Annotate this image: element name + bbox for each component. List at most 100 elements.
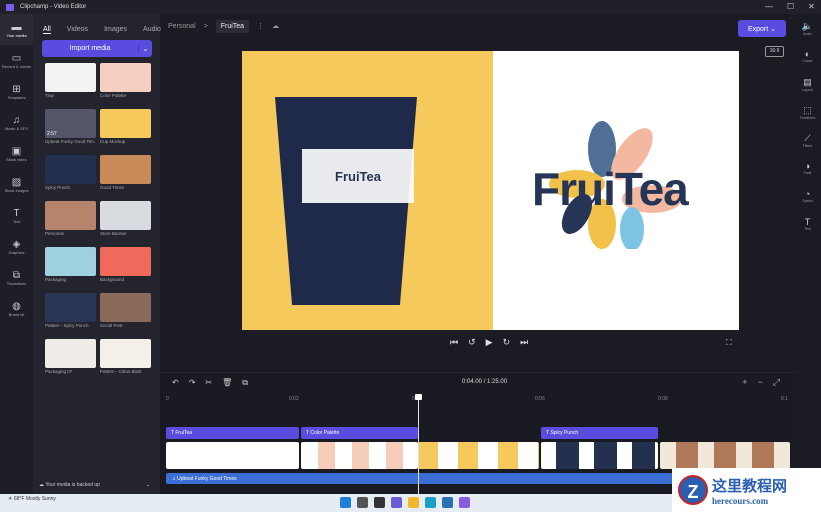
media-item[interactable]: Good Times [100,155,151,190]
store-icon[interactable] [442,497,453,508]
media-item[interactable]: Pattern - Spicy Punch [45,293,96,328]
playhead[interactable] [415,394,422,495]
backup-status[interactable]: ☁ Your media is backed up ⌄ [39,482,150,488]
media-name: Cup Mockup [100,139,126,144]
backup-text: Your media is backed up [45,482,100,488]
zoom-out-icon[interactable]: − [758,377,763,388]
project-title[interactable]: FruiTea [215,19,250,33]
start-icon[interactable] [340,497,351,508]
property-tab[interactable]: T Text [794,210,821,238]
text-clip[interactable]: T FruiTea [166,427,299,439]
more-icon[interactable]: ⋮ [257,22,264,30]
snap-icon[interactable]: ⧉ [242,378,248,388]
nav-item[interactable]: ▬ Your media [0,14,33,45]
media-name: Color Palette [100,93,127,98]
media-item[interactable]: Pattern - Citrus Blast [100,339,151,374]
nav-item[interactable]: ⧉ Transitions [0,262,33,293]
clipchamp-taskbar-icon[interactable] [459,497,470,508]
nav-icon: ⊞ [12,83,21,95]
media-item[interactable]: 2:57 Upbeat Funky Good Tim... [45,109,96,144]
nav-label: Record & create [2,63,31,69]
video-clip-spicy-punch[interactable] [541,442,658,469]
media-item[interactable]: Cup Mockup [100,109,151,144]
search-icon[interactable] [357,497,368,508]
close-button[interactable]: ✕ [808,2,815,11]
media-tab[interactable]: Images [104,26,127,34]
edge-icon[interactable] [425,497,436,508]
nav-icon: ▣ [11,145,22,157]
video-clip-color-palette[interactable] [301,442,418,469]
forward-button[interactable]: ↻ [503,337,511,348]
media-item[interactable]: Tray [45,63,96,98]
property-tab[interactable]: 🔈 Audio [794,14,821,42]
breadcrumb-personal[interactable]: Personal [168,23,196,30]
nav-item[interactable]: ▭ Record & create [0,45,33,76]
property-tab[interactable]: ◑ Fade [794,154,821,182]
undo-icon[interactable]: ↶ [172,378,179,388]
media-item[interactable]: Packaging [45,247,96,282]
media-item[interactable]: Packaging 07 [45,339,96,374]
nav-item[interactable]: ⊞ Templates [0,76,33,107]
rewind-button[interactable]: ↺ [468,337,476,348]
skip-forward-button[interactable]: ⏭ [520,337,528,348]
media-item[interactable]: Color Palette [100,63,151,98]
property-tab[interactable]: ▤ Layout [794,70,821,98]
title-bar: Clipchamp - Video Editor — ☐ ✕ [0,0,821,14]
media-item[interactable]: Personas [45,201,96,236]
property-tab[interactable]: ⬚ Transform [794,98,821,126]
cup-label: FruiTea [302,149,414,203]
fit-icon[interactable]: ⤢ [773,377,780,388]
aspect-ratio-button[interactable]: 16:9 [765,46,784,57]
property-tab[interactable]: ◐ Colour [794,42,821,70]
media-thumbnail [100,247,151,276]
cloud-icon: ☁ Your media is backed up [39,482,100,488]
import-media-button[interactable]: Import media ⌄ [42,40,152,57]
temperature: 68°F [13,496,25,502]
play-button[interactable]: ▶ [486,337,493,348]
property-label: Speed [802,199,813,203]
nav-item[interactable]: ◍ Brand kit [0,293,33,324]
media-item[interactable]: Background [100,247,151,282]
watermark-title: 这里教程网 [712,477,788,495]
fullscreen-button[interactable]: ⛶ [726,338,732,348]
nav-item[interactable]: ♫ Music & SFX [0,107,33,138]
media-tab[interactable]: Videos [67,26,88,34]
text-clip[interactable]: T Color Palette [301,427,418,439]
property-label: Fade [803,171,812,175]
zoom-in-icon[interactable]: + [742,377,747,388]
property-icon: ▤ [803,76,812,87]
task-view-icon[interactable] [374,497,385,508]
property-tab[interactable]: ◔ Speed [794,182,821,210]
property-label: Audio [803,31,812,36]
media-tab[interactable]: All [43,26,51,34]
ruler-tick: 0 [166,396,169,402]
text-clip[interactable]: T Spicy Punch [541,427,658,439]
weather-widget[interactable]: ☀ 68°F Mostly Sunny [8,496,56,502]
delete-icon[interactable]: 🗑 [222,378,232,388]
cloud-sync-icon[interactable]: ☁ [272,22,279,30]
file-explorer-icon[interactable] [408,497,419,508]
media-name: Upbeat Funky Good Tim... [45,139,96,144]
video-clip-good-times[interactable] [660,442,790,469]
video-clip-fruitea[interactable] [166,442,299,469]
chevron-down-icon[interactable]: ⌄ [138,44,152,53]
preview-canvas[interactable]: FruiTea FruiTea [242,51,739,330]
skip-back-button[interactable]: ⏮ [450,337,458,348]
minimize-button[interactable]: — [765,2,773,11]
export-button[interactable]: Export ⌄ [738,20,786,37]
cut-icon[interactable]: ✂ [205,378,212,388]
nav-label: Brand kit [8,311,25,317]
nav-item[interactable]: ▣ Stock video [0,138,33,169]
property-tab[interactable]: ⟋ Filters [794,126,821,154]
maximize-button[interactable]: ☐ [787,2,794,11]
video-clip-cup-mockup[interactable] [418,442,539,469]
media-item[interactable]: Store Banner [100,201,151,236]
chat-icon[interactable] [391,497,402,508]
nav-item[interactable]: T Text [0,200,33,231]
media-item[interactable]: Social Post [100,293,151,328]
nav-item[interactable]: ◈ Graphics [0,231,33,262]
redo-icon[interactable]: ↷ [189,378,196,388]
media-item[interactable]: Spicy Punch [45,155,96,190]
media-tab[interactable]: Audio [143,26,161,34]
nav-item[interactable]: ▨ Stock images [0,169,33,200]
